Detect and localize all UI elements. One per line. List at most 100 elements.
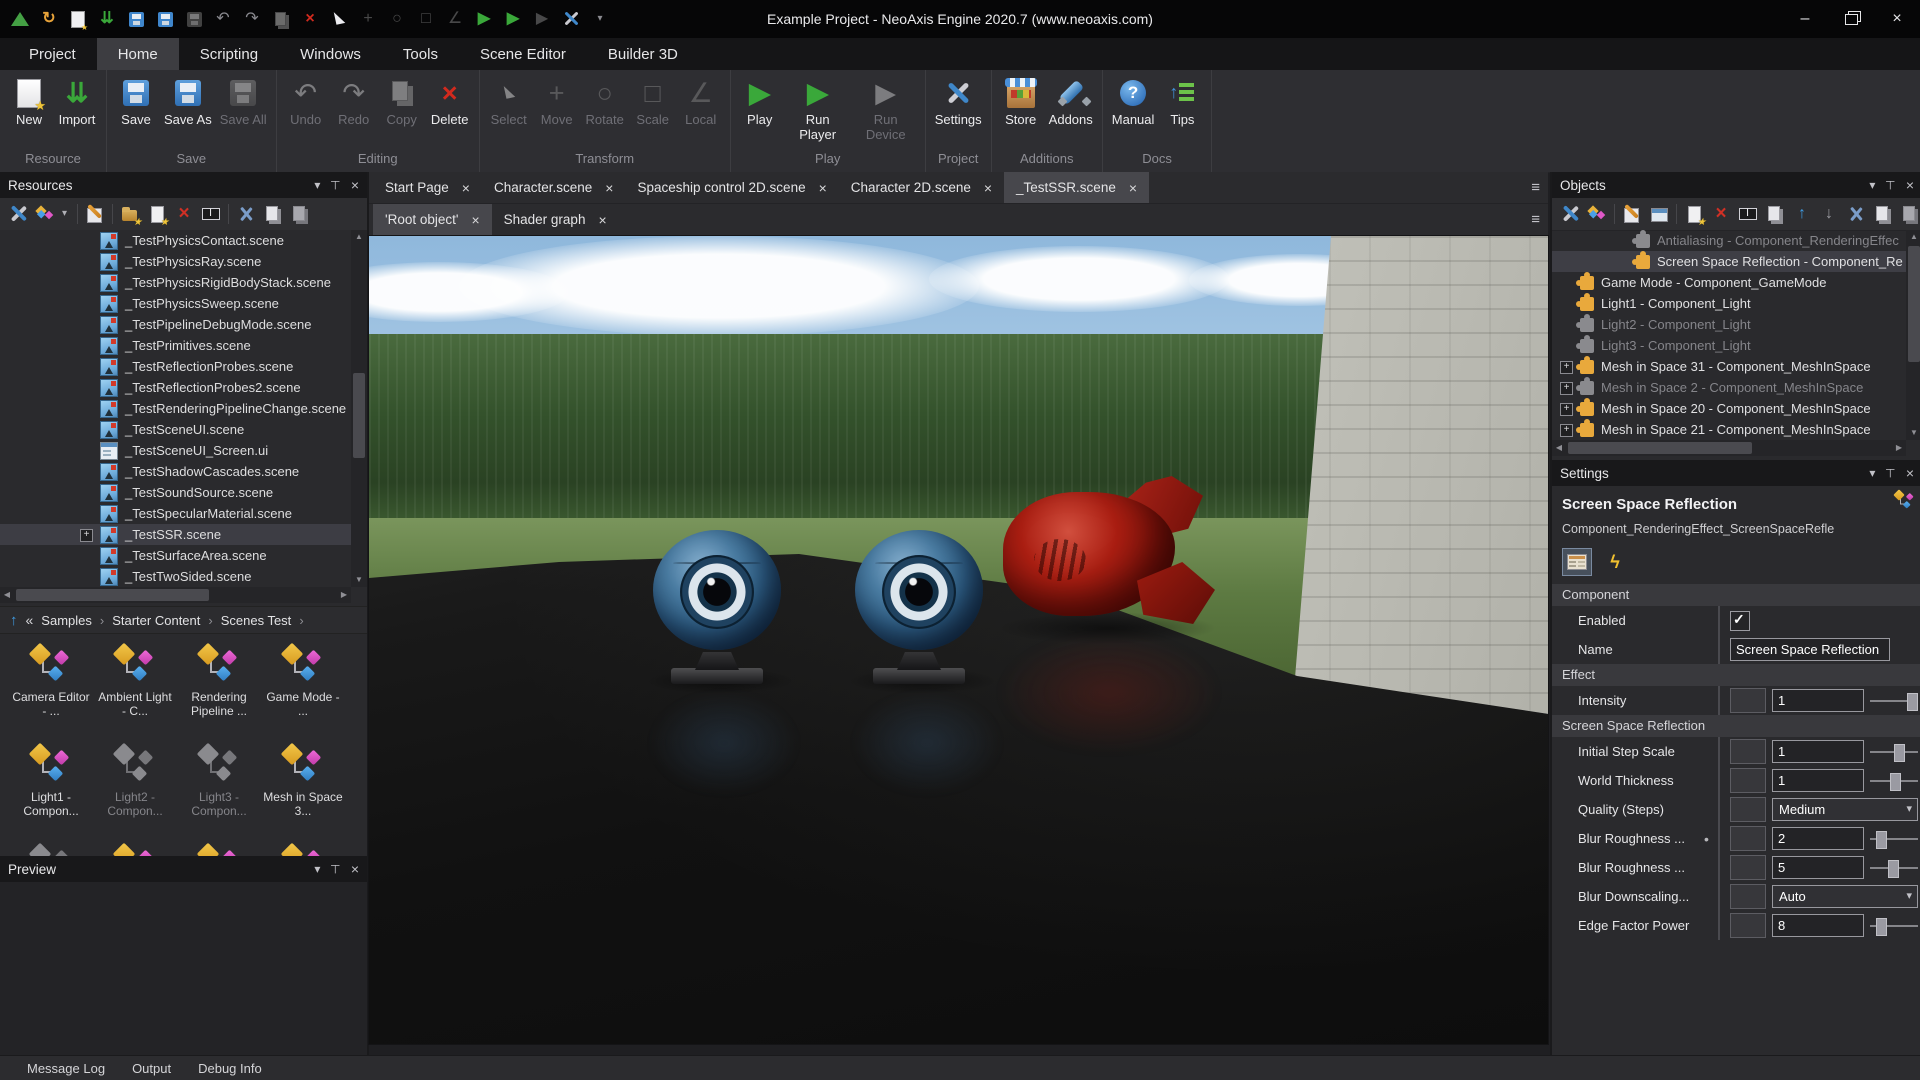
open-in-window-icon[interactable] xyxy=(1649,204,1669,224)
breadcrumb-item[interactable]: Starter Content xyxy=(112,613,200,628)
scrollbar-thumb[interactable] xyxy=(1908,246,1920,362)
slider-thumb[interactable] xyxy=(1890,773,1901,791)
rename-icon[interactable] xyxy=(1738,204,1758,224)
back-icon[interactable]: « xyxy=(26,612,34,628)
close-tab-icon[interactable] xyxy=(605,181,613,195)
default-value-button[interactable] xyxy=(1730,797,1766,822)
close-icon[interactable]: × xyxy=(351,861,359,877)
close-tab-icon[interactable] xyxy=(471,213,479,227)
default-value-button[interactable] xyxy=(1730,739,1766,764)
quality-steps-dropdown[interactable]: Medium xyxy=(1772,798,1918,821)
close-tab-icon[interactable] xyxy=(984,181,992,195)
tab-root-object[interactable]: 'Root object' xyxy=(373,204,492,235)
panel-menu-icon[interactable]: ▾ xyxy=(314,862,320,876)
new-object-icon[interactable] xyxy=(1684,204,1704,224)
scroll-right-icon[interactable]: ▶ xyxy=(1892,440,1906,456)
close-tab-icon[interactable] xyxy=(462,181,470,195)
close-icon[interactable]: × xyxy=(1906,177,1914,193)
play-button[interactable]: ▶Play xyxy=(736,73,784,128)
tile-item[interactable]: Ambient Light - C... xyxy=(94,640,176,738)
resource-item[interactable]: _TestPhysicsRay.scene xyxy=(0,251,351,272)
initial-step-scale-input[interactable]: 1 xyxy=(1772,740,1864,763)
minimize-button[interactable]: – xyxy=(1782,0,1828,38)
options-wrench-icon[interactable] xyxy=(1560,204,1580,224)
tab-shader-graph[interactable]: Shader graph xyxy=(492,204,619,235)
expander-icon[interactable] xyxy=(1560,361,1573,374)
tab-project[interactable]: Project xyxy=(8,38,97,70)
tile-item[interactable]: Mesh in Space 3... xyxy=(262,740,344,838)
resource-item[interactable]: _TestReflectionProbes2.scene xyxy=(0,377,351,398)
move-up-icon[interactable]: ↑ xyxy=(1792,204,1812,224)
expander-icon[interactable] xyxy=(1560,403,1573,416)
default-value-button[interactable] xyxy=(1730,884,1766,909)
save-as-button[interactable]: Save As xyxy=(160,73,216,128)
default-value-button[interactable] xyxy=(1730,768,1766,793)
delete-icon[interactable]: × xyxy=(1711,204,1731,224)
tips-button[interactable]: Tips xyxy=(1158,73,1206,128)
copy-icon[interactable] xyxy=(1873,204,1893,224)
tab-home[interactable]: Home xyxy=(97,38,179,70)
new-file-icon[interactable] xyxy=(68,9,88,29)
new-folder-icon[interactable] xyxy=(120,204,140,224)
tab-builder-3d[interactable]: Builder 3D xyxy=(587,38,699,70)
resource-item[interactable]: _TestPrimitives.scene xyxy=(0,335,351,356)
object-item[interactable]: Light3 - Component_Light xyxy=(1552,335,1906,356)
name-input[interactable]: Screen Space Reflection xyxy=(1730,638,1890,661)
scroll-up-icon[interactable]: ▲ xyxy=(351,230,367,244)
tab-list-icon[interactable] xyxy=(1531,172,1540,203)
save-icon[interactable] xyxy=(126,9,146,29)
edge-factor-power-input[interactable]: 8 xyxy=(1772,914,1864,937)
tab-windows[interactable]: Windows xyxy=(279,38,382,70)
world-thickness-slider[interactable] xyxy=(1870,769,1918,793)
resource-item[interactable]: _TestSceneUI.scene xyxy=(0,419,351,440)
resource-item[interactable]: _TestTwoSided.scene xyxy=(0,566,351,587)
run-player-icon[interactable]: ▶ xyxy=(503,9,523,29)
resource-item[interactable]: _TestSurfaceArea.scene xyxy=(0,545,351,566)
customize-toolbar-icon[interactable]: ▾ xyxy=(590,9,610,29)
settings-icon[interactable] xyxy=(561,9,581,29)
scrollbar-thumb[interactable] xyxy=(353,373,365,459)
pin-icon[interactable]: ⊥ xyxy=(1885,466,1895,480)
component-types-icon[interactable] xyxy=(35,204,55,224)
scroll-down-icon[interactable]: ▼ xyxy=(351,573,367,587)
manual-button[interactable]: ?Manual xyxy=(1108,73,1159,128)
message-log-button[interactable]: Message Log xyxy=(27,1061,105,1076)
slider-thumb[interactable] xyxy=(1888,860,1899,878)
scrollbar-thumb[interactable] xyxy=(1568,442,1752,454)
blur-roughness-input[interactable]: 5 xyxy=(1772,856,1864,879)
default-value-button[interactable] xyxy=(1730,855,1766,880)
save-button[interactable]: Save xyxy=(112,73,160,128)
tab-character-2d-scene[interactable]: Character 2D.scene xyxy=(839,172,1004,203)
world-thickness-input[interactable]: 1 xyxy=(1772,769,1864,792)
resource-item[interactable]: _TestSceneUI_Screen.ui xyxy=(0,440,351,461)
duplicate-icon[interactable] xyxy=(1765,204,1785,224)
output-button[interactable]: Output xyxy=(132,1061,171,1076)
tile-item[interactable]: Light2 - Compon... xyxy=(94,740,176,838)
tab-scene-editor[interactable]: Scene Editor xyxy=(459,38,587,70)
default-value-button[interactable] xyxy=(1730,826,1766,851)
tab-scripting[interactable]: Scripting xyxy=(179,38,279,70)
paste-icon[interactable] xyxy=(290,204,310,224)
object-item[interactable]: Light2 - Component_Light xyxy=(1552,314,1906,335)
expander-icon[interactable] xyxy=(80,529,93,542)
save-as-icon[interactable] xyxy=(155,9,175,29)
tile-item[interactable]: Rendering Pipeline ... xyxy=(178,640,260,738)
slider-thumb[interactable] xyxy=(1907,693,1918,711)
expander-icon[interactable] xyxy=(1560,424,1573,437)
resource-item[interactable]: _TestRenderingPipelineChange.scene xyxy=(0,398,351,419)
scroll-left-icon[interactable]: ◀ xyxy=(1552,440,1566,456)
settings-button[interactable]: Settings xyxy=(931,73,986,128)
intensity-slider[interactable] xyxy=(1870,689,1918,713)
objects-horizontal-scrollbar[interactable]: ◀ ▶ xyxy=(1552,440,1906,456)
object-item-selected[interactable]: Screen Space Reflection - Component_Re xyxy=(1552,251,1906,272)
play-icon[interactable]: ▶ xyxy=(474,9,494,29)
panel-menu-icon[interactable]: ▾ xyxy=(314,178,320,192)
3d-viewport[interactable] xyxy=(369,236,1548,1044)
addons-button[interactable]: Addons xyxy=(1045,73,1097,128)
scroll-up-icon[interactable]: ▲ xyxy=(1906,230,1920,244)
pin-icon[interactable]: ⊥ xyxy=(330,862,340,876)
objects-vertical-scrollbar[interactable]: ▲ ▼ xyxy=(1906,230,1920,440)
default-value-button[interactable] xyxy=(1730,688,1766,713)
tab-character-scene[interactable]: Character.scene xyxy=(482,172,626,203)
rename-icon[interactable] xyxy=(201,204,221,224)
